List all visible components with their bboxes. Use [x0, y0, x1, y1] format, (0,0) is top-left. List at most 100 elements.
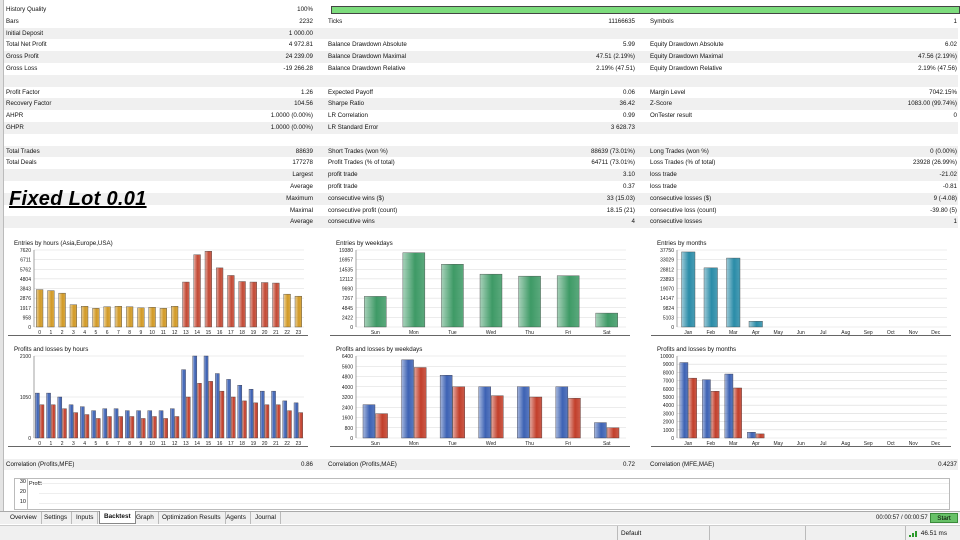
stats-row: [4, 74, 958, 87]
status-bar: Default 46.51 ms: [0, 525, 960, 540]
x-tick-label: Wed: [486, 330, 496, 336]
x-tick-label: Tue: [448, 441, 457, 447]
tab-journal[interactable]: Journal: [251, 512, 281, 524]
profit-bar: [439, 375, 453, 439]
stat-value: 1: [953, 17, 957, 25]
stat-label: GHPR: [6, 124, 24, 131]
entries-by-hours-svg: 762067115762480438432876191795800 1 2 3 4 5 6 7…: [20, 248, 304, 336]
loss-bar: [242, 400, 247, 439]
x-tick-label: 16: [217, 441, 223, 447]
stats-row: Gross Profit 24 239.09 Balance Drawdown Ma…: [4, 51, 958, 63]
status-profile[interactable]: Default: [617, 526, 709, 540]
loss-bar: [253, 402, 258, 439]
stat-value: 1.0000 (0.00%): [270, 124, 313, 131]
corr-value-3: 0.4237: [938, 461, 957, 468]
y-tick-label: 4000: [342, 385, 353, 391]
x-tick-label: 8: [128, 330, 131, 336]
x-tick-label: Jun: [797, 330, 805, 336]
stat-value: 2.19% (47.51): [596, 65, 635, 72]
profit-bar: [702, 379, 711, 439]
tab-inputs[interactable]: Inputs: [72, 512, 99, 524]
bar: [182, 281, 190, 328]
chart-title: Entries by weekdays: [336, 240, 393, 247]
bar: [227, 275, 235, 328]
stats-row: Total Trades 88639 Short Trades (won %) 886…: [4, 145, 958, 158]
y-tick-label: 16957: [339, 258, 353, 264]
profit-gridline: [39, 503, 949, 504]
stat-label: consecutive wins ($): [328, 194, 385, 202]
y-tick-label: 7267: [342, 296, 353, 302]
stat-label: LR Standard Error: [328, 124, 379, 131]
chart-entries-by-weekdays: Entries by weekdays 19380 16957 14535 12112…: [330, 240, 630, 336]
bar: [364, 296, 387, 328]
x-tick-label: Apr: [752, 330, 760, 336]
bar: [748, 321, 763, 328]
stat-label: Balance Drawdown Relative: [328, 65, 406, 72]
bar: [92, 308, 100, 328]
x-tick-label: 4: [83, 441, 86, 447]
x-tick-label: Jan: [684, 330, 692, 336]
bar: [703, 267, 718, 328]
tab-overview[interactable]: Overview: [6, 512, 42, 524]
stats-row: Maximal consecutive profit (count) 18.15 (…: [4, 205, 958, 217]
tab-settings[interactable]: Settings: [40, 512, 73, 524]
stat-label: consecutive loss (count): [650, 206, 717, 214]
x-tick-label: Aug: [841, 330, 850, 336]
stat-value: 18.15 (21): [606, 206, 635, 214]
bar: [36, 289, 44, 328]
profit-gridline: [39, 483, 949, 484]
tab-graph[interactable]: Graph: [132, 512, 159, 524]
tab-agents[interactable]: Agents: [222, 512, 251, 524]
profit-bar: [215, 373, 220, 439]
elapsed-time: 00:00:57 / 00:00:57: [876, 515, 928, 521]
stat-value: 1.0000 (0.00%): [270, 112, 313, 120]
x-tick-label: 11: [161, 330, 166, 336]
profit-bar: [113, 408, 119, 439]
profit-gridline: [39, 493, 949, 494]
status-connection[interactable]: 46.51 ms: [905, 526, 960, 540]
stat-label: consecutive losses ($): [650, 194, 712, 202]
x-tick-label: Fri: [565, 441, 571, 447]
ping-value: 46.51 ms: [920, 530, 948, 537]
stat-label: Ticks: [328, 17, 343, 25]
loss-bar: [710, 391, 720, 439]
chart-title: Profits and losses by hours: [14, 346, 89, 353]
stat-label: Expected Payoff: [328, 88, 373, 96]
bar: [137, 307, 145, 328]
chart-title: Entries by months: [657, 240, 707, 247]
profit-bar: [170, 408, 175, 439]
x-tick-label: Sat: [603, 441, 611, 447]
start-button[interactable]: Start: [930, 513, 958, 523]
x-tick-label: 7: [117, 330, 120, 336]
profit-bar: [46, 392, 51, 439]
y-tick-label: 1000: [663, 428, 674, 434]
tab-optimization-results[interactable]: Optimization Results: [158, 512, 226, 524]
pl-by-weekdays-svg: 6400 5600 4800 4000 3200 2400 1600 800 0 Sun Mon Tu…: [342, 354, 626, 447]
bar: [103, 306, 111, 328]
stat-value: 23928 (26.99%): [912, 159, 957, 167]
loss-bar: [529, 396, 543, 439]
stats-row: Average consecutive wins 4 consecutive loss…: [4, 216, 958, 229]
bar: [726, 257, 741, 328]
loss-bar: [174, 416, 180, 439]
x-tick-label: 1: [49, 330, 52, 336]
stat-value: 88639: [295, 147, 313, 155]
x-tick-label: 11: [161, 441, 166, 447]
stat-value: 47.51 (2.19%): [596, 53, 635, 61]
stat-label: profit trade: [328, 171, 358, 179]
chart-pl-by-months: Profits and losses by months 10000 9000 80…: [651, 346, 951, 447]
stat-label: profit trade: [328, 183, 358, 190]
tab-backtest[interactable]: Backtest: [99, 511, 136, 524]
bar: [126, 306, 134, 328]
profit-ytick: 10: [19, 499, 26, 505]
y-tick-label: 10000: [660, 354, 674, 360]
loss-bar: [568, 398, 581, 439]
x-tick-label: Sep: [864, 441, 873, 447]
corr-value-1: 0.86: [300, 461, 313, 468]
bar: [272, 282, 280, 328]
stat-label: Symbols: [650, 17, 674, 25]
stats-row: Gross Loss -19 266.28 Balance Drawdown Rel…: [4, 63, 958, 75]
x-tick-label: 3: [72, 441, 75, 447]
fixed-lot-overlay-title: Fixed Lot 0.01: [9, 188, 147, 210]
status-cell: [709, 526, 805, 540]
